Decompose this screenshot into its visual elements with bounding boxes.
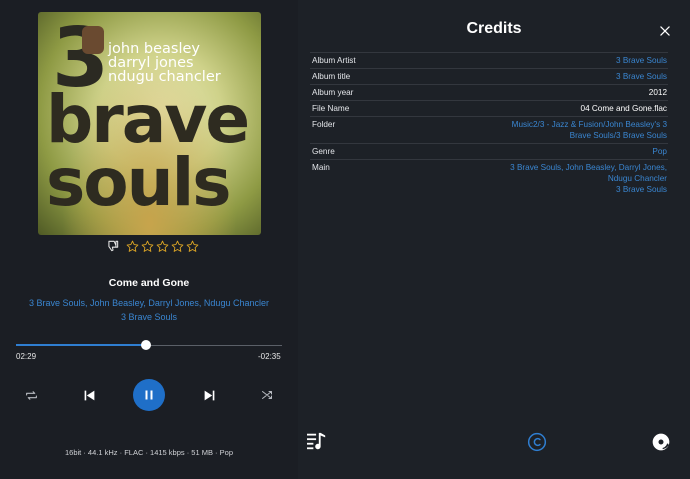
shuffle-icon [262,391,272,399]
cover-name: darryl jones [108,55,194,71]
cover-name: john beasley [108,41,200,57]
credits-row: Folder Music2/3 - Jazz & Fusion/John Beas… [310,116,668,143]
credits-value-line: 2012 [648,88,667,97]
next-button[interactable] [199,385,219,405]
star-rating [126,240,199,253]
cover-portrait [82,26,104,54]
rating-row [106,239,199,253]
credits-label: Album year [312,88,354,97]
credits-title: Credits [466,20,522,37]
star-icon[interactable] [141,240,154,253]
track-title: Come and Gone [108,277,190,289]
skip-next-icon [204,390,214,400]
track-artists-link[interactable]: 3 Brave Souls, John Beasley, Darryl Jone… [0,298,298,308]
previous-button[interactable] [79,385,99,405]
lyrics-tab[interactable] [304,429,330,453]
credits-value: 2012 [462,87,668,98]
credits-value-line[interactable]: Ndugu Chancler [462,173,667,184]
star-icon[interactable] [126,240,139,253]
credits-row: Album title 3 Brave Souls [310,68,668,84]
credits-value-line[interactable]: 3 Brave Souls [462,184,667,195]
credits-value-line[interactable]: 3 Brave Souls [462,71,667,82]
file-info: 16bit · 44.1 kHz · FLAC · 1415 kbps · 51… [65,448,233,457]
credits-row: Album Artist 3 Brave Souls [310,52,668,68]
pause-button[interactable] [133,379,165,411]
credits-value-line[interactable]: Music2/3 - Jazz & Fusion/John Beasley's … [462,119,667,130]
credits-label: Album Artist [312,56,356,65]
lyrics-icon [307,432,326,450]
repeat-button[interactable] [22,386,40,404]
remaining-time: -02:35 [258,352,281,361]
credits-value-link[interactable]: 3 Brave Souls, John Beasley, Darryl Jone… [462,162,668,195]
credits-value-link[interactable]: 3 Brave Souls [462,71,668,82]
skip-previous-icon [84,390,94,400]
track-album-link[interactable]: 3 Brave Souls [0,312,298,322]
credits-row: Main 3 Brave Souls, John Beasley, Darryl … [310,159,668,197]
disc-tab[interactable] [650,431,672,453]
credits-row: Album year 2012 [310,84,668,100]
disc-icon [652,433,670,451]
star-icon[interactable] [186,240,199,253]
pause-icon [145,390,153,400]
credits-value-link[interactable]: 3 Brave Souls [462,55,668,66]
progress-fill [16,344,147,346]
credits-row: Genre Pop [310,143,668,159]
credits-value-link[interactable]: Pop [462,146,668,157]
credits-label: Album title [312,72,351,81]
repeat-icon [25,390,37,400]
credits-label: Folder [312,120,336,129]
credits-row: File Name 04 Come and Gone.flac [310,100,668,116]
credits-table: Album Artist 3 Brave Souls Album title 3 Br… [310,52,668,197]
star-icon[interactable] [171,240,184,253]
elapsed-time: 02:29 [16,352,37,361]
album-cover: 3 john beasley darryl jones ndugu chancl… [38,12,261,235]
thumbs-down-icon[interactable] [106,239,120,253]
credits-value-line[interactable]: Brave Souls/3 Brave Souls [462,130,667,141]
credits-value: 04 Come and Gone.flac [462,103,668,114]
credits-label: Genre [312,147,335,156]
credits-value-line[interactable]: 3 Brave Souls [462,55,667,66]
close-icon[interactable] [658,24,672,38]
credits-value-line[interactable]: 3 Brave Souls, John Beasley, Darryl Jone… [462,162,667,173]
credits-label: File Name [312,104,350,113]
cover-word-souls: souls [46,144,232,221]
credits-value-link[interactable]: Music2/3 - Jazz & Fusion/John Beasley's … [462,119,668,141]
copyright-icon [527,432,547,452]
credits-tab[interactable] [526,431,548,453]
shuffle-button[interactable] [258,386,276,404]
cover-names: john beasley darryl jones ndugu chancler [108,41,221,85]
star-icon[interactable] [156,240,169,253]
credits-value-line: 04 Come and Gone.flac [580,104,667,113]
credits-value-line[interactable]: Pop [462,146,667,157]
credits-label: Main [312,163,330,172]
